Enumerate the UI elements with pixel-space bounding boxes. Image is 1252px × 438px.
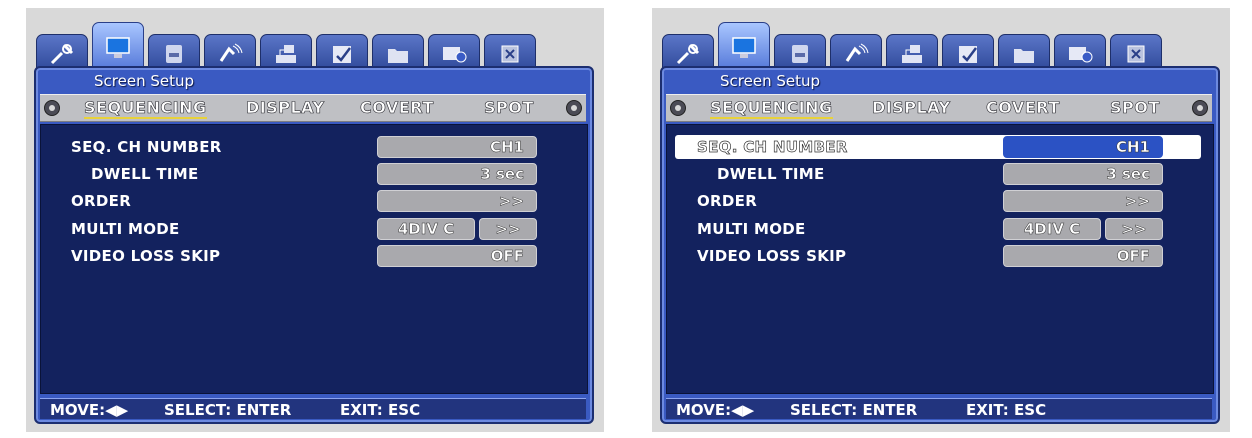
- hdd-icon: [792, 45, 808, 63]
- tab-covert[interactable]: COVERT: [986, 98, 1060, 118]
- order-label: ORDER: [697, 192, 758, 210]
- footer-select-hint: SELECT: ENTER: [164, 401, 292, 419]
- tab-display[interactable]: DISPLAY: [246, 98, 325, 118]
- folder-icon: [388, 49, 408, 63]
- prev-subtab-button[interactable]: [670, 100, 686, 116]
- multi-mode-label: MULTI MODE: [697, 220, 806, 238]
- settings-list: SEQ. CH NUMBER CH1 DWELL TIME 3 sec ORDE…: [666, 124, 1214, 394]
- row-dwell-time[interactable]: DWELL TIME 3 sec: [41, 162, 587, 186]
- schedule-icon: [333, 46, 351, 63]
- row-order[interactable]: ORDER >>: [667, 189, 1213, 213]
- next-subtab-button[interactable]: [566, 100, 582, 116]
- footer-move-hint: MOVE:◀▶: [50, 401, 129, 419]
- dvr-setup-panel: Screen Setup SEQUENCING DISPLAY COVERT S…: [660, 22, 1220, 424]
- schedule-icon: [959, 46, 977, 63]
- video-loss-skip-value[interactable]: OFF: [1003, 245, 1163, 267]
- close-icon: [501, 45, 519, 63]
- video-loss-skip-label: VIDEO LOSS SKIP: [71, 247, 221, 265]
- subtab-bar: SEQUENCING DISPLAY COVERT SPOT: [666, 94, 1212, 122]
- order-value[interactable]: >>: [377, 190, 537, 212]
- row-order[interactable]: ORDER >>: [41, 189, 587, 213]
- multi-mode-more-button[interactable]: >>: [1105, 218, 1163, 240]
- screenshot-before: Screen Setup SEQUENCING DISPLAY COVERT S…: [26, 8, 604, 432]
- menu-tab-strip: [662, 22, 1210, 74]
- screenshot-after: Screen Setup SEQUENCING DISPLAY COVERT S…: [652, 8, 1230, 432]
- help-footer: MOVE:◀▶ SELECT: ENTER EXIT: ESC: [666, 398, 1212, 419]
- monitor-icon: [732, 37, 756, 58]
- setup-frame: Screen Setup SEQUENCING DISPLAY COVERT S…: [34, 66, 594, 424]
- tab-spot[interactable]: SPOT: [484, 98, 534, 118]
- page-title: Screen Setup: [720, 72, 820, 90]
- folder-icon: [1014, 49, 1034, 63]
- dwell-time-value[interactable]: 3 sec: [377, 163, 537, 185]
- hdd-icon: [166, 45, 182, 63]
- multi-mode-value[interactable]: 4DIV C: [1003, 218, 1101, 240]
- next-subtab-button[interactable]: [1192, 100, 1208, 116]
- dwell-time-value[interactable]: 3 sec: [1003, 163, 1163, 185]
- menu-tab-strip: [36, 22, 584, 74]
- footer-exit-hint: EXIT: ESC: [966, 401, 1047, 419]
- footer-select-hint: SELECT: ENTER: [790, 401, 918, 419]
- monitor-icon: [106, 37, 130, 58]
- video-loss-skip-value[interactable]: OFF: [377, 245, 537, 267]
- video-loss-skip-label: VIDEO LOSS SKIP: [697, 247, 847, 265]
- footer-move-hint: MOVE:◀▶: [676, 401, 755, 419]
- row-multi-mode[interactable]: MULTI MODE 4DIV C >>: [667, 217, 1213, 241]
- seq-ch-number-label: SEQ. CH NUMBER: [71, 138, 222, 156]
- tab-display[interactable]: DISPLAY: [872, 98, 951, 118]
- camera-icon: [845, 43, 869, 62]
- tab-sequencing[interactable]: SEQUENCING: [710, 98, 833, 119]
- multi-mode-more-button[interactable]: >>: [479, 218, 537, 240]
- row-video-loss-skip[interactable]: VIDEO LOSS SKIP OFF: [667, 244, 1213, 268]
- close-icon: [1127, 45, 1145, 63]
- backup-icon: [1069, 47, 1093, 63]
- row-video-loss-skip[interactable]: VIDEO LOSS SKIP OFF: [41, 244, 587, 268]
- seq-ch-number-value[interactable]: CH1: [377, 136, 537, 158]
- order-label: ORDER: [71, 192, 132, 210]
- camera-icon: [219, 43, 243, 62]
- network-icon: [276, 45, 296, 63]
- network-icon: [902, 45, 922, 63]
- dwell-time-label: DWELL TIME: [91, 165, 199, 183]
- multi-mode-value[interactable]: 4DIV C: [377, 218, 475, 240]
- page-title: Screen Setup: [94, 72, 194, 90]
- tab-sequencing[interactable]: SEQUENCING: [84, 98, 207, 119]
- row-dwell-time[interactable]: DWELL TIME 3 sec: [667, 162, 1213, 186]
- footer-exit-hint: EXIT: ESC: [340, 401, 421, 419]
- setup-frame: Screen Setup SEQUENCING DISPLAY COVERT S…: [660, 66, 1220, 424]
- multi-mode-label: MULTI MODE: [71, 220, 180, 238]
- tools-icon: [50, 43, 74, 65]
- row-multi-mode[interactable]: MULTI MODE 4DIV C >>: [41, 217, 587, 241]
- order-value[interactable]: >>: [1003, 190, 1163, 212]
- prev-subtab-button[interactable]: [44, 100, 60, 116]
- subtab-bar: SEQUENCING DISPLAY COVERT SPOT: [40, 94, 586, 122]
- row-seq-ch-number[interactable]: SEQ. CH NUMBER CH1: [41, 135, 587, 159]
- dwell-time-label: DWELL TIME: [717, 165, 825, 183]
- backup-icon: [443, 47, 467, 63]
- seq-ch-number-label: SEQ. CH NUMBER: [697, 138, 848, 157]
- tools-icon: [676, 43, 700, 65]
- seq-ch-number-value[interactable]: CH1: [1003, 136, 1163, 158]
- settings-list: SEQ. CH NUMBER CH1 DWELL TIME 3 sec ORDE…: [40, 124, 588, 394]
- row-seq-ch-number-selected[interactable]: SEQ. CH NUMBER CH1: [675, 135, 1201, 159]
- help-footer: MOVE:◀▶ SELECT: ENTER EXIT: ESC: [40, 398, 586, 419]
- tab-spot[interactable]: SPOT: [1110, 98, 1160, 118]
- tab-covert[interactable]: COVERT: [360, 98, 434, 118]
- dvr-setup-panel: Screen Setup SEQUENCING DISPLAY COVERT S…: [34, 22, 594, 424]
